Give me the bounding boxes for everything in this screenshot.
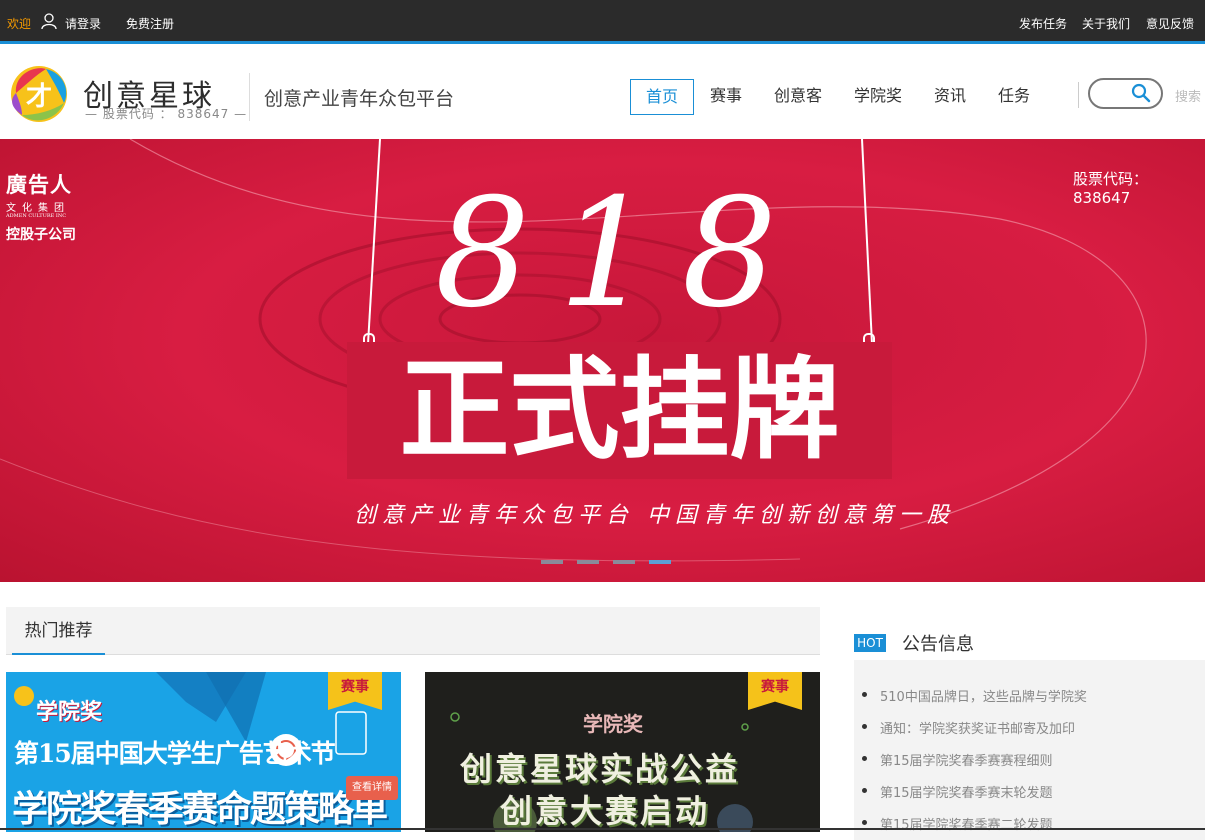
register-link[interactable]: 免费注册 — [126, 15, 174, 32]
card2-brand: 学院奖 — [583, 712, 643, 736]
nav-creators[interactable]: 创意客 — [774, 79, 822, 115]
logo-stock-code: — 股票代码 ： 838647 — — [85, 107, 248, 121]
banner-headline-text: 正式挂牌 — [399, 346, 840, 474]
feedback-link[interactable]: 意见反馈 — [1146, 15, 1194, 32]
nav-tasks[interactable]: 任务 — [998, 79, 1030, 115]
search-button[interactable]: 搜索 — [1175, 86, 1201, 105]
slide-dot-4[interactable] — [649, 560, 671, 564]
card1-title: 第15届中国大学生广告艺术节 — [14, 739, 336, 768]
hot-badge: HOT — [854, 634, 886, 652]
notice-item[interactable]: 510中国品牌日，这些品牌与学院奖 — [862, 686, 1087, 705]
login-link[interactable]: 请登录 — [65, 15, 101, 32]
slide-dot-2[interactable] — [577, 560, 599, 564]
slide-dot-3[interactable] — [613, 560, 635, 564]
notice-list: 510中国品牌日，这些品牌与学院奖 通知：学院奖获奖证书邮寄及加印 第15届学院… — [854, 660, 1205, 840]
banner-tagline: 创意产业青年众包平台 中国青年创新创意第一股 — [354, 503, 955, 528]
card1-headline: 学院奖春季赛命题策略单 — [12, 789, 388, 830]
hot-section-header: 热门推荐 — [6, 607, 820, 655]
admen-group-role: 控股子公司 — [6, 227, 76, 243]
banner-board: 正式挂牌 — [347, 342, 892, 479]
notice-item[interactable]: 通知：学院奖获奖证书邮寄及加印 — [861, 718, 1075, 737]
publish-task-link[interactable]: 发布任务 — [1019, 15, 1067, 32]
nav-home[interactable]: 首页 — [630, 79, 694, 115]
hero-banner[interactable]: 廣告人 文化集团 ADMEN CULTURE INC 控股子公司 股票代码：83… — [0, 139, 1205, 582]
nav-events[interactable]: 赛事 — [710, 79, 742, 115]
admen-group-sub: 文化集团 — [6, 203, 70, 214]
notice-item[interactable]: 第15届学院奖春季赛末轮发题 — [862, 782, 1053, 801]
recommend-card-2[interactable]: 赛事 学院奖 创意星球实战公益 创意大赛启动 — [425, 672, 820, 832]
card2-title-line2: 创意大赛启动 — [500, 792, 711, 830]
svg-text:才: 才 — [26, 82, 52, 112]
banner-headline-number: 818 — [434, 167, 806, 341]
card2-title-line1: 创意星球实战公益 — [460, 750, 741, 788]
nav-divider — [1078, 82, 1079, 108]
about-us-link[interactable]: 关于我们 — [1082, 15, 1130, 32]
admen-group-name: 廣告人 — [6, 172, 72, 197]
notice-item[interactable]: 第15届学院奖春季赛赛程细则 — [862, 750, 1053, 769]
logo-icon[interactable]: 才 — [6, 63, 72, 125]
notice-title: 公告信息 — [902, 634, 974, 655]
nav-news[interactable]: 资讯 — [934, 79, 966, 115]
nav-academy-award[interactable]: 学院奖 — [854, 79, 902, 115]
site-slogan: 创意产业青年众包平台 — [264, 88, 455, 110]
admen-group-logo: 廣告人 文化集团 ADMEN CULTURE INC 控股子公司 — [6, 169, 76, 244]
card1-brand: 学院奖 — [36, 700, 103, 725]
slide-dot-1[interactable] — [541, 560, 563, 564]
notice-item[interactable]: 第15届学院奖春季赛二轮发题 — [862, 814, 1053, 833]
tab-hot-recommend[interactable]: 热门推荐 — [12, 607, 105, 655]
user-icon[interactable] — [40, 12, 58, 30]
search-icon[interactable] — [1130, 82, 1152, 104]
header-divider — [249, 73, 250, 121]
card1-detail-button[interactable]: 查看详情 — [346, 776, 398, 800]
site-header: 才 创意星球 — 股票代码 ： 838647 — 创意产业青年众包平台 首页 赛… — [0, 47, 1205, 139]
top-bar: 欢迎 请登录 免费注册 发布任务 关于我们 意见反馈 — [0, 0, 1205, 44]
banner-stock-code: 股票代码：838647 — [1073, 170, 1149, 207]
admen-group-en: ADMEN CULTURE INC — [6, 213, 67, 219]
welcome-text: 欢迎 — [7, 17, 32, 31]
recommend-card-1[interactable]: 学院奖 赛事 第15届中国大学生广告艺术节 学院奖春季赛命题策略单 查看详情 — [6, 672, 401, 832]
